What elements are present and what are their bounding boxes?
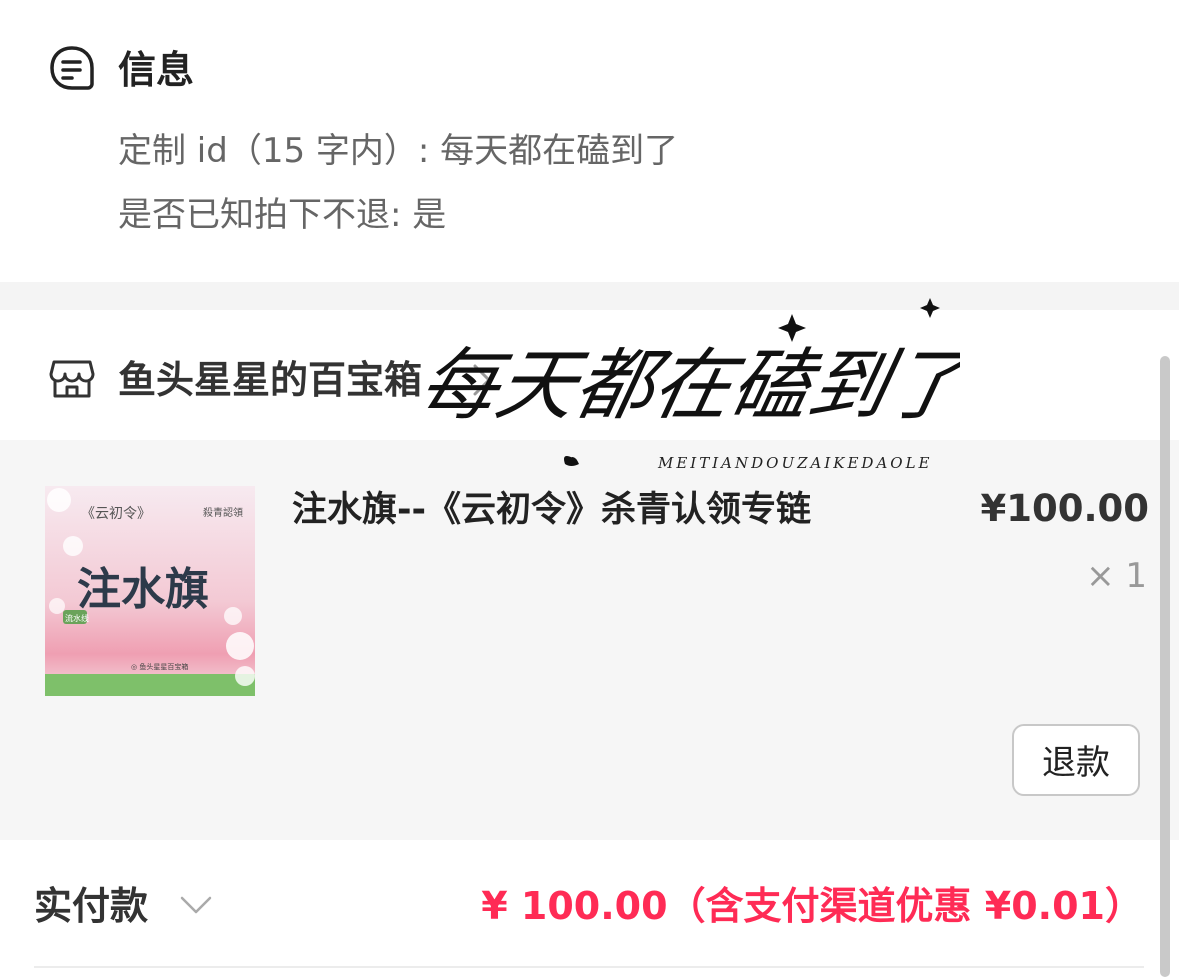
thumb-top-right-text: 殺青認領 xyxy=(203,506,243,519)
thumb-top-left-text: 《云初令》 xyxy=(81,505,151,522)
info-section: 信息 定制 id（15 字内）: 每天都在磕到了 是否已知拍下不退: 是 xyxy=(0,0,1179,282)
product-quantity: × 1 xyxy=(1086,556,1147,596)
shop-icon xyxy=(49,360,95,398)
thumb-tag-text: 流水线 xyxy=(65,613,89,623)
section-divider xyxy=(0,282,1179,310)
product-thumbnail[interactable]: 《云初令》 殺青認領 注水旗 流水线 ◎ 鱼头星星百宝箱 xyxy=(45,486,255,696)
paid-amount-value: ¥ 100.00（含支付渠道优惠 ¥0.01） xyxy=(481,884,1143,928)
payment-row[interactable]: 实付款 ¥ 100.00（含支付渠道优惠 ¥0.01） xyxy=(0,840,1179,977)
shop-name[interactable]: 鱼头星星的百宝箱 xyxy=(118,354,422,406)
refund-button[interactable]: 退款 xyxy=(1012,724,1140,796)
no-return-ack-line: 是否已知拍下不退: 是 xyxy=(118,195,447,235)
paid-amount-label: 实付款 xyxy=(34,884,149,928)
divider xyxy=(34,966,1144,968)
message-icon xyxy=(50,46,94,90)
info-title: 信息 xyxy=(118,48,195,92)
chevron-right-icon[interactable] xyxy=(466,360,496,400)
product-title[interactable]: 注水旗--《云初令》杀青认领专链 xyxy=(292,486,811,534)
shop-header[interactable]: 鱼头星星的百宝箱 xyxy=(0,310,1179,440)
scrollbar[interactable] xyxy=(1160,356,1170,977)
thumb-main-text: 注水旗 xyxy=(77,564,209,615)
product-price: ¥100.00 xyxy=(980,487,1149,530)
thumb-footer-text: ◎ 鱼头星星百宝箱 xyxy=(131,662,188,671)
custom-id-line: 定制 id（15 字内）: 每天都在磕到了 xyxy=(118,131,679,171)
order-item-card: 《云初令》 殺青認領 注水旗 流水线 ◎ 鱼头星星百宝箱 注水旗--《云初令》杀… xyxy=(0,440,1179,840)
chevron-down-icon[interactable] xyxy=(178,890,214,920)
